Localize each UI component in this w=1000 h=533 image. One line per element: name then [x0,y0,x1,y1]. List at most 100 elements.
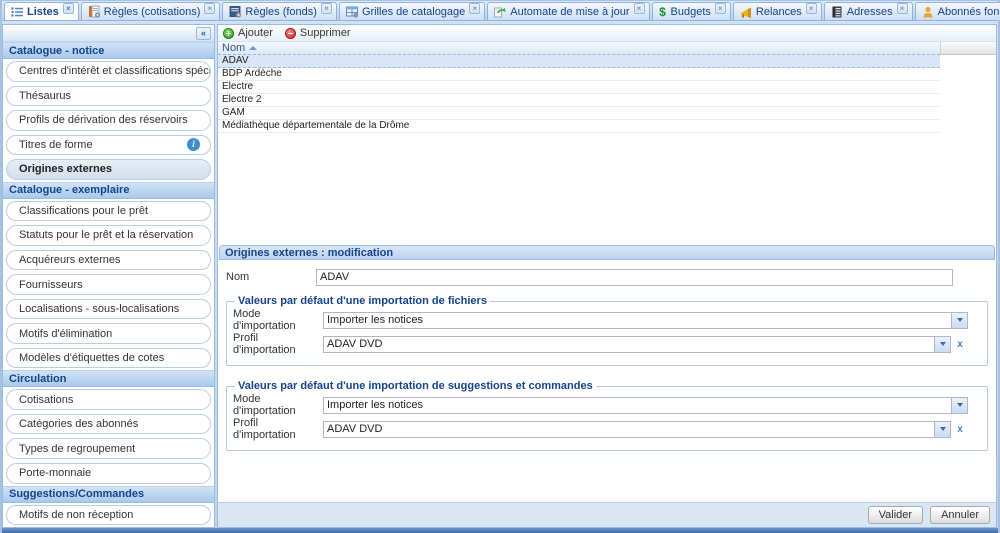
sidebar-item-acquereurs-externes[interactable]: Acquéreurs externes [6,250,211,271]
profil-importation-row: Profil d'importation x [233,419,979,439]
tab-close-icon[interactable]: × [321,3,332,14]
chevron-down-icon[interactable] [951,312,968,329]
tab-close-icon[interactable]: × [634,3,645,14]
collapse-sidebar-icon[interactable]: « [196,27,211,40]
sidebar-item-classifications-pret[interactable]: Classifications pour le prêt [6,201,211,222]
table-row[interactable]: Electre 2 [218,94,940,107]
clear-icon[interactable]: x [953,421,967,438]
tab-label: Règles (cotisations) [104,6,201,18]
mode-importation-combo[interactable] [323,397,968,414]
chevron-down-icon[interactable] [934,336,951,353]
form-panel-title: Origines externes : modification [219,245,995,260]
sidebar-item-label: Cotisations [19,394,73,406]
table-row[interactable]: BDP Ardèche [218,68,940,81]
table-row[interactable]: Médiathèque départementale de la Drôme [218,120,940,133]
form-footer: Valider Annuler [218,502,996,527]
sidebar-item-label: Acquéreurs externes [19,254,121,266]
update-automate-icon [493,5,507,19]
profil-importation-combo[interactable] [323,336,951,353]
tab-label: Adresses [847,6,893,18]
tab-adresses[interactable]: Adresses × [824,2,913,20]
profil-importation-row: Profil d'importation x [233,334,979,354]
tab-regles-cotisations[interactable]: Règles (cotisations) × [81,2,221,20]
mode-importation-combo[interactable] [323,312,968,329]
tab-close-icon[interactable]: × [469,3,480,14]
sidebar-item-label: Localisations - sous-localisations [19,303,179,315]
nom-field[interactable] [316,269,953,286]
catalog-grid-icon [345,5,359,19]
sidebar-item-label: Origines externes [19,163,112,175]
main-panel: Ajouter Supprimer Nom ADAV BDP Ardèche E… [217,24,997,528]
delete-button[interactable]: Supprimer [285,27,351,39]
tab-regles-fonds[interactable]: Règles (fonds) × [222,2,337,20]
add-button-label: Ajouter [238,27,273,39]
tab-close-icon[interactable]: × [63,3,74,14]
tab-relances[interactable]: Relances × [733,2,822,20]
tab-label: Listes [27,6,59,18]
sidebar-item-label: Modèles d'étiquettes de cotes [19,352,164,364]
profil-importation-combo[interactable] [323,421,951,438]
tab-listes[interactable]: Listes × [4,2,79,20]
fieldset-import-suggestions: Valeurs par défaut d'une importation de … [226,380,988,451]
sidebar-item-fournisseurs[interactable]: Fournisseurs [6,274,211,295]
app-window: Listes × Règles (cotisations) × Règles (… [0,0,1000,533]
sidebar: « Catalogue - notice Centres d'intérêt e… [2,24,215,528]
mode-importation-value[interactable] [323,312,951,329]
column-header-label: Nom [222,42,245,54]
tab-automate-mise-a-jour[interactable]: Automate de mise à jour × [487,2,649,20]
section-header-catalogue-notice: Catalogue - notice [3,42,214,59]
sidebar-item-label: Profils de dérivation des réservoirs [19,114,188,126]
sidebar-item-categories-abonnes[interactable]: Catégories des abonnés [6,414,211,435]
sidebar-item-label: Fournisseurs [19,279,83,291]
sidebar-item-label: Centres d'intérêt et classifications spé… [19,65,211,77]
profil-importation-label: Profil d'importation [233,417,323,441]
sidebar-item-localisations[interactable]: Localisations - sous-localisations [6,299,211,320]
sidebar-item-motifs-elimination[interactable]: Motifs d'élimination [6,323,211,344]
chevron-down-icon[interactable] [934,421,951,438]
dollar-icon: $ [658,5,668,19]
fieldset-import-fichiers: Valeurs par défaut d'une importation de … [226,295,988,366]
profil-importation-value[interactable] [323,336,934,353]
section-header-catalogue-exemplaire: Catalogue - exemplaire [3,182,214,199]
sidebar-item-motifs-non-reception[interactable]: Motifs de non réception [6,505,211,526]
sidebar-item-centres-interet[interactable]: Centres d'intérêt et classifications spé… [6,61,211,82]
add-button[interactable]: Ajouter [223,27,273,39]
table-row[interactable]: Electre [218,81,940,94]
mode-importation-row: Mode d'importation [233,395,979,415]
mode-importation-value[interactable] [323,397,951,414]
section-title: Catalogue - notice [9,45,104,57]
tab-close-icon[interactable]: × [806,3,817,14]
tab-close-icon[interactable]: × [897,3,908,14]
tab-abonnes-fonctionnels[interactable]: Abonnés fonctionnels × [915,2,1000,20]
sidebar-item-profils-derivation[interactable]: Profils de dérivation des réservoirs [6,110,211,131]
chevron-down-icon[interactable] [951,397,968,414]
sidebar-item-modeles-etiquettes[interactable]: Modèles d'étiquettes de cotes [6,348,211,369]
form-empty-space [226,461,988,502]
window-bottom-border [2,528,998,533]
tab-budgets[interactable]: $ Budgets × [652,2,731,20]
table-row[interactable]: GAM [218,107,940,120]
sidebar-item-origines-externes[interactable]: Origines externes [6,159,211,180]
sidebar-item-label: Titres de forme [19,139,93,151]
tab-label: Grilles de catalogage [362,6,465,18]
tab-close-icon[interactable]: × [204,3,215,14]
sidebar-item-label: Porte-monnaie [19,467,91,479]
sidebar-item-types-regroupement[interactable]: Types de regroupement [6,438,211,459]
tab-close-icon[interactable]: × [715,3,726,14]
sidebar-item-statuts-pret[interactable]: Statuts pour le prêt et la réservation [6,225,211,246]
sidebar-item-cotisations[interactable]: Cotisations [6,389,211,410]
clear-icon[interactable]: x [953,336,967,353]
tab-label: Abonnés fonctionnels [938,6,1000,18]
sidebar-item-thesaurus[interactable]: Thésaurus [6,86,211,107]
sidebar-item-label: Classifications pour le prêt [19,205,148,217]
validate-button[interactable]: Valider [868,506,923,524]
sidebar-item-porte-monnaie[interactable]: Porte-monnaie [6,463,211,484]
tab-grilles-catalogage[interactable]: Grilles de catalogage × [339,2,485,20]
sidebar-item-titres-de-forme[interactable]: Titres de forme i [6,135,211,156]
profil-importation-value[interactable] [323,421,934,438]
cancel-button[interactable]: Annuler [930,506,990,524]
sort-ascending-icon [249,46,257,50]
tab-label: Relances [756,6,802,18]
table-row[interactable]: ADAV [218,54,940,68]
info-icon: i [187,138,200,151]
